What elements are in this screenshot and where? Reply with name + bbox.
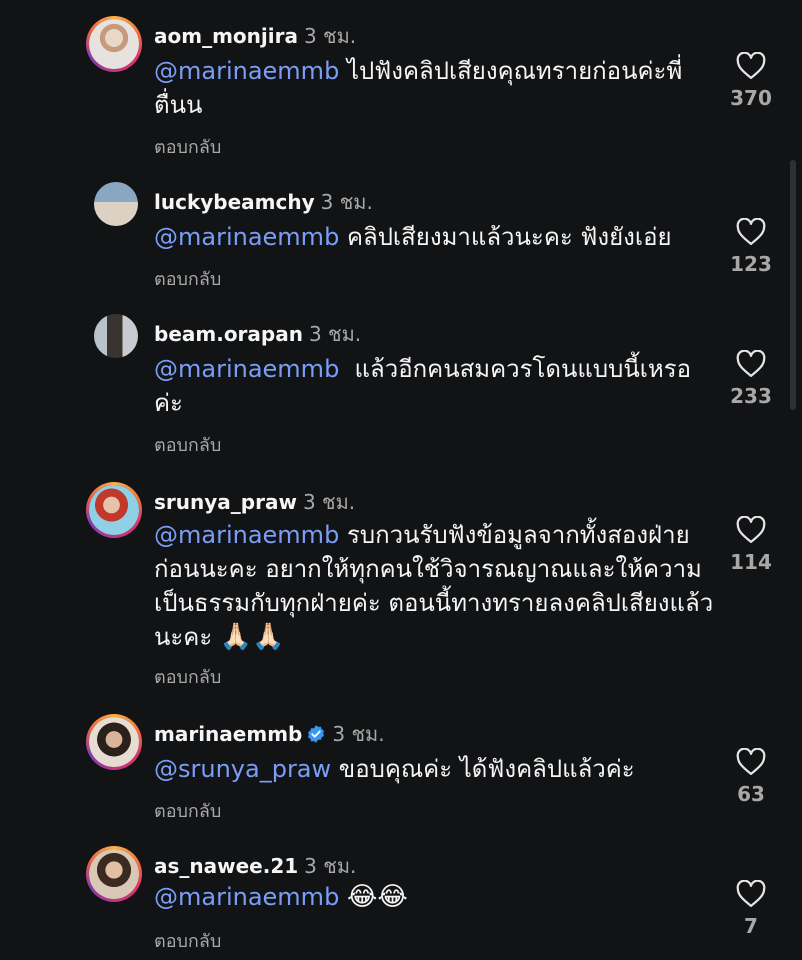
heart-outline-icon[interactable] — [736, 350, 766, 378]
username[interactable]: luckybeamchy — [154, 190, 315, 214]
comment-header: aom_monjira 3 ชม. — [154, 20, 356, 52]
username[interactable]: srunya_praw — [154, 490, 297, 514]
avatar-image — [94, 314, 138, 358]
avatar-story-ring[interactable] — [86, 16, 142, 72]
scrollbar[interactable] — [790, 160, 796, 410]
avatar-story-ring[interactable] — [86, 714, 142, 770]
like-area: 7 — [722, 880, 780, 938]
heart-outline-icon[interactable] — [736, 748, 766, 776]
comment-header: srunya_praw 3 ชม. — [154, 486, 355, 518]
reply-button[interactable]: ตอบกลับ — [154, 926, 221, 955]
timestamp: 3 ชม. — [308, 322, 362, 346]
like-count: 114 — [730, 550, 772, 574]
timestamp: 3 ชม. — [332, 722, 385, 746]
avatar-image — [94, 182, 138, 226]
heart-outline-icon[interactable] — [736, 52, 766, 80]
reply-button[interactable]: ตอบกลับ — [154, 796, 221, 825]
verified-badge-icon — [308, 725, 325, 743]
avatar[interactable] — [94, 182, 138, 226]
comment-text: @srunya_praw ขอบคุณค่ะ ได้ฟังคลิปแล้วค่ะ — [154, 752, 714, 786]
like-area: 123 — [722, 218, 780, 276]
heart-outline-icon[interactable] — [736, 516, 766, 544]
emoji: 🙏🏻🙏🏻 — [219, 622, 285, 652]
timestamp: 3 ชม. — [303, 24, 357, 48]
comment-header: beam.orapan 3 ชม. — [154, 318, 361, 350]
like-count: 123 — [730, 252, 772, 276]
username[interactable]: as_nawee.21 — [154, 854, 298, 878]
username[interactable]: aom_monjira — [154, 24, 298, 48]
comment-text: @marinaemmb 😂😂 — [154, 880, 714, 914]
like-area: 63 — [722, 748, 780, 806]
comment-text: @marinaemmb รบกวนรับฟังข้อมูลจากทั้งสองฝ… — [154, 518, 714, 654]
mention-link[interactable]: @srunya_praw — [154, 755, 331, 783]
like-count: 63 — [737, 782, 765, 806]
reply-button[interactable]: ตอบกลับ — [154, 430, 221, 459]
avatar — [89, 485, 139, 535]
mention-link[interactable]: @marinaemmb — [154, 223, 339, 251]
avatar — [89, 19, 139, 69]
comment-body: คลิปเสียงมาแล้วนะคะ ฟังยังเอ่ย — [346, 223, 672, 251]
comment-text: @marinaemmb ไปฟังคลิปเสียงคุณทรายก่อนค่ะ… — [154, 54, 714, 122]
reply-button[interactable]: ตอบกลับ — [154, 662, 221, 691]
avatar-story-ring[interactable] — [86, 482, 142, 538]
avatar-story-ring[interactable] — [86, 846, 142, 902]
like-count: 370 — [730, 86, 772, 110]
reply-button[interactable]: ตอบกลับ — [154, 264, 221, 293]
like-area: 233 — [722, 350, 780, 408]
comment-header: as_nawee.21 3 ชม. — [154, 850, 356, 882]
avatar — [89, 849, 139, 899]
like-count: 7 — [744, 914, 758, 938]
comment-header: luckybeamchy 3 ชม. — [154, 186, 373, 218]
comment-header: marinaemmb 3 ชม. — [154, 718, 385, 750]
timestamp: 3 ชม. — [304, 854, 357, 878]
username[interactable]: marinaemmb — [154, 722, 302, 746]
timestamp: 3 ชม. — [302, 490, 356, 514]
reply-button[interactable]: ตอบกลับ — [154, 132, 221, 161]
comment-text: @marinaemmb คลิปเสียงมาแล้วนะคะ ฟังยังเอ… — [154, 220, 714, 254]
mention-link[interactable]: @marinaemmb — [154, 883, 339, 911]
mention-link[interactable]: @marinaemmb — [154, 57, 339, 85]
like-count: 233 — [730, 384, 772, 408]
emoji: 😂😂 — [346, 882, 408, 912]
like-area: 370 — [722, 52, 780, 110]
like-area: 114 — [722, 516, 780, 574]
heart-outline-icon[interactable] — [736, 880, 766, 908]
comment-body: ขอบคุณค่ะ ได้ฟังคลิปแล้วค่ะ — [338, 755, 635, 783]
heart-outline-icon[interactable] — [736, 218, 766, 246]
avatar — [89, 717, 139, 767]
timestamp: 3 ชม. — [320, 190, 373, 214]
mention-link[interactable]: @marinaemmb — [154, 355, 339, 383]
comment-text: @marinaemmb แล้วอีกคนสมควรโดนแบบนี้เหรอค… — [154, 352, 714, 420]
mention-link[interactable]: @marinaemmb — [154, 521, 339, 549]
avatar[interactable] — [94, 314, 138, 358]
username[interactable]: beam.orapan — [154, 322, 303, 346]
